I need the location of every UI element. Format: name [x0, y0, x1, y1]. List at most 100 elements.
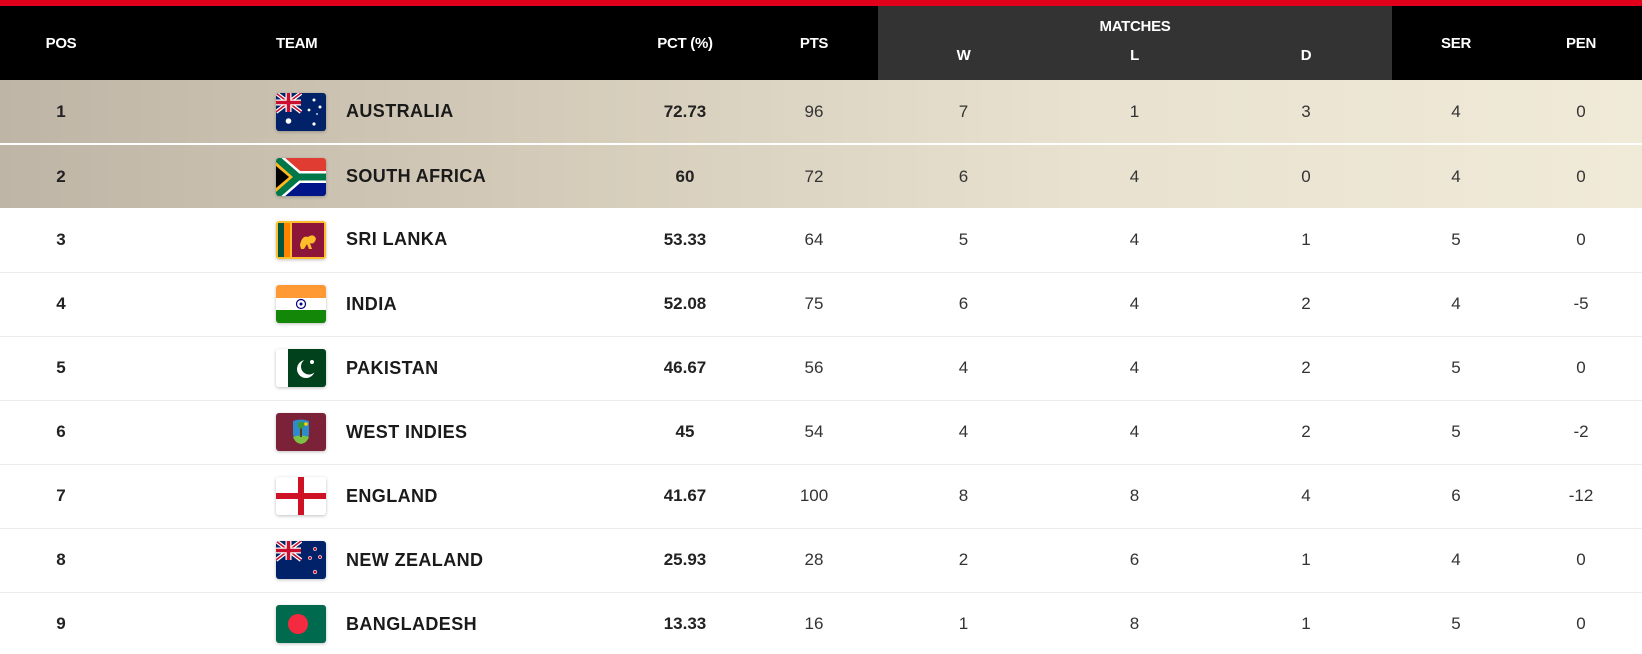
wins-value: 1: [958, 614, 969, 633]
penalty-value: 0: [1576, 101, 1586, 121]
pct-value: 41.67: [663, 486, 707, 505]
penalty-value: -12: [1568, 486, 1594, 505]
losses-value: 4: [1129, 358, 1140, 377]
table-row[interactable]: 4 INDIA 52.08 75 6 4 2 4 -5: [0, 272, 1642, 336]
team-cell[interactable]: WEST INDIES: [122, 400, 620, 464]
header-team[interactable]: TEAM: [122, 6, 620, 80]
draws-value: 2: [1301, 294, 1311, 313]
penalty-value: 0: [1576, 614, 1586, 633]
team-name[interactable]: NEW ZEALAND: [346, 550, 483, 571]
table-row[interactable]: 5 PAKISTAN 46.67 56 4 4 2 5 0: [0, 336, 1642, 400]
team-name[interactable]: SOUTH AFRICA: [346, 166, 486, 187]
header-pen[interactable]: PEN: [1520, 6, 1642, 80]
points-value: 16: [804, 614, 824, 633]
losses-value: 8: [1129, 614, 1140, 633]
standings-table: POS TEAM PCT (%) PTS MATCHES SER PEN W L…: [0, 6, 1642, 654]
points-value: 75: [804, 294, 824, 313]
header-ser[interactable]: SER: [1392, 6, 1521, 80]
bangladesh-flag-icon: [276, 605, 326, 643]
table-row[interactable]: 8 NEW ZEALAND 25.93 28 2 6 1 4 0: [0, 528, 1642, 592]
wins-value: 2: [958, 550, 969, 569]
team-name[interactable]: WEST INDIES: [346, 422, 467, 443]
draws-value: 1: [1301, 229, 1311, 249]
header-draws[interactable]: D: [1220, 36, 1393, 80]
new-zealand-flag-icon: [276, 541, 326, 579]
header-matches: MATCHES: [878, 6, 1393, 36]
header-pct[interactable]: PCT (%): [620, 6, 750, 80]
position: 3: [56, 229, 66, 249]
table-row[interactable]: 7 ENGLAND 41.67 100 8 8 4 6 -12: [0, 464, 1642, 528]
table-row[interactable]: 1 AUSTRALIA 72.73 96 7 1 3 4 0: [0, 80, 1642, 144]
series-value: 6: [1451, 486, 1461, 505]
draws-value: 3: [1301, 101, 1311, 121]
west-indies-flag-icon: [276, 413, 326, 451]
position: 7: [56, 486, 66, 505]
australia-flag-icon: [276, 92, 326, 131]
team-cell[interactable]: BANGLADESH: [122, 592, 620, 654]
position: 6: [56, 422, 66, 441]
position: 1: [56, 101, 66, 121]
header-losses[interactable]: L: [1049, 36, 1220, 80]
header-pts[interactable]: PTS: [750, 6, 878, 80]
draws-value: 2: [1301, 358, 1311, 377]
position: 2: [56, 166, 66, 186]
penalty-value: 0: [1576, 229, 1586, 249]
draws-value: 0: [1301, 166, 1311, 186]
team-cell[interactable]: SRI LANKA: [122, 208, 620, 272]
team-name[interactable]: INDIA: [346, 294, 397, 315]
position: 8: [56, 550, 66, 569]
wins-value: 6: [958, 166, 969, 186]
table-row[interactable]: 9 BANGLADESH 13.33 16 1 8 1 5 0: [0, 592, 1642, 654]
team-cell[interactable]: AUSTRALIA: [122, 80, 620, 144]
position: 5: [56, 358, 66, 377]
points-value: 56: [804, 358, 824, 377]
team-cell[interactable]: PAKISTAN: [122, 336, 620, 400]
team-name[interactable]: AUSTRALIA: [346, 101, 454, 122]
series-value: 4: [1451, 550, 1461, 569]
team-cell[interactable]: SOUTH AFRICA: [122, 144, 620, 208]
position: 4: [56, 294, 66, 313]
team-cell[interactable]: ENGLAND: [122, 464, 620, 528]
series-value: 5: [1451, 229, 1461, 249]
wins-value: 6: [958, 294, 969, 313]
team-cell[interactable]: INDIA: [122, 272, 620, 336]
pct-value: 53.33: [663, 229, 707, 249]
team-cell[interactable]: NEW ZEALAND: [122, 528, 620, 592]
penalty-value: 0: [1576, 358, 1586, 377]
points-value: 54: [804, 422, 824, 441]
team-name[interactable]: PAKISTAN: [346, 358, 439, 379]
table-row[interactable]: 6 WEST INDIES 45 54 4 4 2 5 -2: [0, 400, 1642, 464]
losses-value: 6: [1129, 550, 1140, 569]
pct-value: 72.73: [663, 101, 707, 121]
series-value: 4: [1451, 101, 1461, 121]
pakistan-flag-icon: [276, 349, 326, 387]
table-row[interactable]: 2 SOUTH AFRICA 60 72 6 4 0 4 0: [0, 144, 1642, 208]
draws-value: 2: [1301, 422, 1311, 441]
points-value: 96: [804, 101, 824, 121]
series-value: 4: [1451, 294, 1461, 313]
losses-value: 4: [1129, 229, 1140, 249]
team-name[interactable]: SRI LANKA: [346, 229, 448, 250]
pct-value: 60: [675, 166, 695, 186]
header-wins[interactable]: W: [878, 36, 1049, 80]
draws-value: 4: [1301, 486, 1311, 505]
pct-value: 13.33: [663, 614, 707, 633]
losses-value: 4: [1129, 166, 1140, 186]
points-value: 64: [804, 229, 824, 249]
losses-value: 4: [1129, 422, 1140, 441]
series-value: 5: [1451, 614, 1461, 633]
pct-value: 46.67: [663, 358, 707, 377]
header-pos[interactable]: POS: [0, 6, 122, 80]
pct-value: 25.93: [663, 550, 707, 569]
series-value: 4: [1451, 166, 1461, 186]
draws-value: 1: [1301, 614, 1311, 633]
position: 9: [56, 614, 66, 633]
team-name[interactable]: ENGLAND: [346, 486, 438, 507]
losses-value: 1: [1129, 101, 1140, 121]
team-name[interactable]: BANGLADESH: [346, 614, 477, 635]
table-row[interactable]: 3 SRI LANKA 53.33 64 5 4 1 5 0: [0, 208, 1642, 272]
losses-value: 4: [1129, 294, 1140, 313]
points-value: 100: [799, 486, 829, 505]
penalty-value: 0: [1576, 550, 1586, 569]
series-value: 5: [1451, 358, 1461, 377]
